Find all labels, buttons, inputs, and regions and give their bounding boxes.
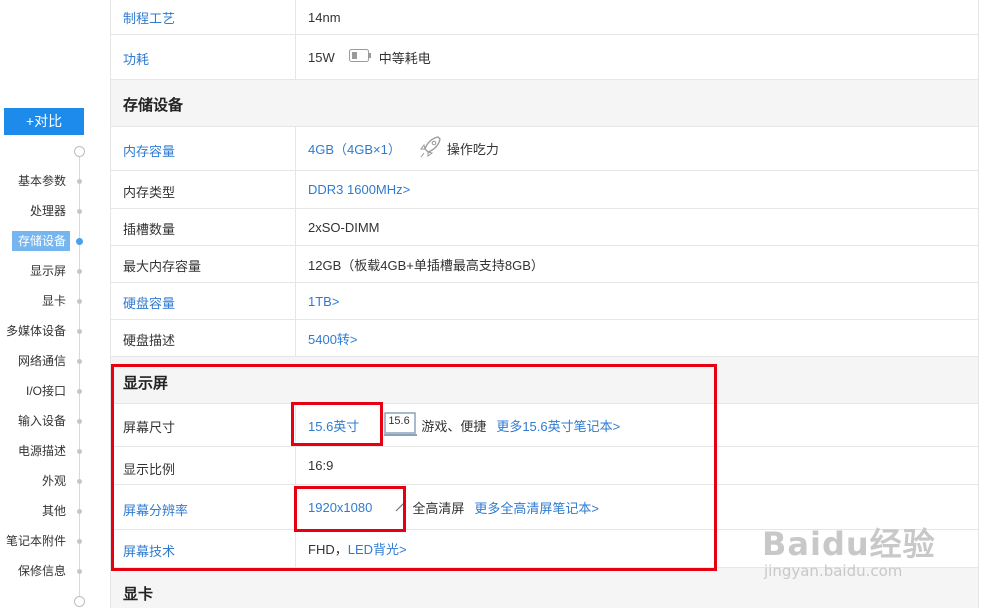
section-title: 存储设备 — [123, 97, 184, 114]
table-row: 功耗 15W 中等耗电 — [111, 35, 978, 80]
column-divider — [295, 209, 296, 245]
column-divider — [295, 35, 296, 79]
watermark-url: jingyan.baidu.com — [764, 562, 903, 580]
spec-value-memory-type: DDR3 1600MHz> — [308, 171, 410, 208]
spec-label-memory-type: 内存类型 — [123, 185, 176, 200]
sidebar-item-display[interactable]: 显示屏 — [30, 261, 66, 281]
column-divider — [295, 127, 296, 170]
sidebar-item-other[interactable]: 其他 — [42, 501, 66, 521]
nav-end-circle — [74, 596, 85, 607]
nav-dot — [77, 299, 82, 304]
nav-dot — [77, 449, 82, 454]
baidu-watermark: Baidu经验 — [762, 525, 936, 563]
compare-button[interactable]: +对比 — [4, 108, 84, 135]
sidebar-item-accessories[interactable]: 笔记本附件 — [6, 531, 66, 551]
table-row: 最大内存容量 12GB（板载4GB+单插槽最高支持8GB） — [111, 246, 978, 283]
nav-timeline — [79, 150, 80, 602]
sidebar-item-storage[interactable]: 存储设备 — [11, 231, 70, 251]
spec-label-slots: 插槽数量 — [123, 222, 176, 237]
power-note: 中等耗电 — [378, 50, 431, 66]
column-divider — [295, 283, 296, 319]
section-header-storage: 存储设备 — [111, 80, 978, 127]
sidebar-item-gpu[interactable]: 显卡 — [42, 291, 66, 311]
nav-start-circle — [74, 146, 85, 157]
table-row: 内存容量 4GB（4GB×1） 操作吃力 — [111, 127, 978, 171]
table-row: 硬盘容量 1TB> — [111, 283, 978, 320]
display-highlight-box — [111, 364, 717, 571]
column-divider — [295, 0, 296, 34]
nav-dot — [77, 329, 82, 334]
spec-value-slots: 2xSO-DIMM — [308, 209, 380, 245]
spec-value-process: 14nm — [308, 0, 341, 34]
spec-value-memory: 4GB（4GB×1） 操作吃力 — [308, 127, 499, 170]
spec-label-max-memory: 最大内存容量 — [123, 259, 202, 274]
spec-value-power: 15W 中等耗电 — [308, 35, 431, 79]
nav-dot — [77, 359, 82, 364]
table-row: 硬盘描述 5400转> — [111, 320, 978, 357]
table-row: 制程工艺 14nm — [111, 0, 978, 35]
sidebar-item-basic[interactable]: 基本参数 — [18, 171, 66, 191]
spec-label-power[interactable]: 功耗 — [123, 49, 149, 68]
max-memory-value: 12GB（板载4GB+单插槽最高支持8GB） — [308, 257, 544, 273]
section-title: 显卡 — [123, 586, 154, 603]
spec-label-disk-desc: 硬盘描述 — [123, 333, 176, 348]
column-divider — [295, 171, 296, 208]
nav-dot — [77, 179, 82, 184]
nav-dot — [77, 269, 82, 274]
nav-dot — [77, 509, 82, 514]
spec-label-process[interactable]: 制程工艺 — [123, 8, 175, 27]
column-divider — [295, 320, 296, 356]
sidebar-nav: +对比 基本参数 处理器 存储设备 显示屏 显卡 多媒体设备 网络通信 I/O接… — [0, 0, 100, 608]
sidebar-item-input[interactable]: 输入设备 — [18, 411, 66, 431]
sidebar-item-warranty[interactable]: 保修信息 — [18, 561, 66, 581]
spec-label-disk[interactable]: 硬盘容量 — [123, 293, 175, 312]
nav-dot — [77, 539, 82, 544]
sidebar-item-multimedia[interactable]: 多媒体设备 — [6, 321, 66, 341]
table-row: 内存类型 DDR3 1600MHz> — [111, 171, 978, 209]
spec-value-max-memory: 12GB（板载4GB+单插槽最高支持8GB） — [308, 246, 544, 282]
nav-dot — [77, 209, 82, 214]
sidebar-item-power[interactable]: 电源描述 — [18, 441, 66, 461]
power-value: 15W — [308, 49, 335, 65]
screen-size-highlight-box — [291, 402, 383, 446]
column-divider — [295, 246, 296, 282]
nav-dot — [77, 479, 82, 484]
sidebar-item-io[interactable]: I/O接口 — [26, 381, 66, 401]
nav-dot-active — [76, 238, 83, 245]
battery-icon — [348, 49, 371, 65]
sidebar-item-appearance[interactable]: 外观 — [42, 471, 66, 491]
memory-type-link[interactable]: DDR3 1600MHz> — [308, 182, 410, 197]
resolution-highlight-box — [294, 486, 406, 532]
spec-label-memory[interactable]: 内存容量 — [123, 141, 175, 160]
memory-note: 操作吃力 — [446, 142, 499, 157]
memory-value-link[interactable]: 4GB（4GB×1） — [308, 139, 401, 158]
disk-desc-link[interactable]: 5400转> — [308, 329, 358, 348]
disk-value-link[interactable]: 1TB> — [308, 294, 339, 309]
nav-dot — [77, 389, 82, 394]
nav-dot — [77, 569, 82, 574]
spec-value-disk-desc: 5400转> — [308, 320, 358, 356]
sidebar-item-processor[interactable]: 处理器 — [30, 201, 66, 221]
nav-dot — [77, 419, 82, 424]
rocket-icon — [419, 135, 441, 162]
spec-value-disk: 1TB> — [308, 283, 339, 319]
slots-value: 2xSO-DIMM — [308, 219, 380, 235]
process-value: 14nm — [308, 9, 341, 25]
table-row: 插槽数量 2xSO-DIMM — [111, 209, 978, 246]
sidebar-item-network[interactable]: 网络通信 — [18, 351, 66, 371]
